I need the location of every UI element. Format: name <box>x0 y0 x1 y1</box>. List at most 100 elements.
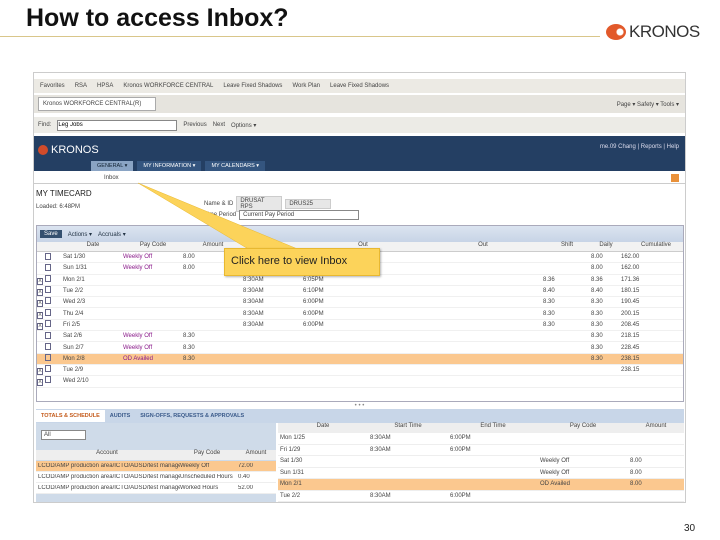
user-links[interactable]: me.09 Chang | Reports | Help <box>600 144 679 150</box>
table-cell: Sun 1/31 <box>280 469 305 476</box>
table-row[interactable]: X Fri 2/5 8:30AM 6:00PM 8.30 8.30 208.45 <box>37 319 683 332</box>
column-header[interactable]: Out <box>423 242 543 251</box>
column-header[interactable]: Cumulative <box>621 242 685 251</box>
find-input[interactable] <box>57 119 178 131</box>
id-value[interactable]: DRUS25 <box>285 199 332 209</box>
timecard-icon[interactable] <box>45 308 51 316</box>
column-header[interactable]: Daily <box>591 242 621 251</box>
column-header[interactable]: Pay Code <box>178 450 236 460</box>
table-cell[interactable]: X <box>37 308 63 319</box>
table-cell[interactable]: X <box>37 365 63 376</box>
delete-icon[interactable]: X <box>37 289 43 297</box>
table-row[interactable]: X Wed 2/3 8:30AM 6:00PM 8.30 8.30 190.45 <box>37 297 683 309</box>
tab-my-calendars[interactable]: MY CALENDARS ▾ <box>205 161 266 171</box>
accruals-menu[interactable]: Accruals ▾ <box>98 231 126 238</box>
table-cell[interactable]: X <box>37 319 63 330</box>
schedule-row[interactable]: Tue 2/2 8:30AM 6:00PM <box>278 491 684 502</box>
totals-row[interactable]: LCOD/AMP production area/ICTO/ADSD/test … <box>36 461 276 472</box>
actions-menu[interactable]: Actions ▾ <box>68 231 92 238</box>
delete-icon[interactable]: X <box>37 368 43 376</box>
inbox-callout: Click here to view Inbox <box>224 248 380 276</box>
find-previous-button[interactable]: Previous <box>183 122 206 128</box>
timecard-icon[interactable] <box>45 274 51 282</box>
delete-icon[interactable]: X <box>37 322 43 330</box>
tab-general[interactable]: GENERAL ▾ <box>91 161 134 171</box>
find-next-button[interactable]: Next <box>213 122 225 128</box>
delete-icon[interactable]: X <box>37 379 43 387</box>
table-cell: 8.30 <box>183 344 195 351</box>
loaded-time: Loaded: 6:48PM <box>36 204 81 210</box>
timecard-icon[interactable] <box>45 297 51 305</box>
totals-row[interactable]: LCOD/AMP production area/ICTO/ADSD/test … <box>36 472 276 483</box>
table-cell[interactable]: X <box>37 297 63 308</box>
table-row[interactable]: X Mon 2/1 8:30AM 6:05PM 8.36 8.36 171.36 <box>37 274 683 286</box>
timecard-icon[interactable] <box>45 319 51 327</box>
column-header[interactable]: Amount <box>236 450 276 460</box>
time-period-field: Time Period Current Pay Period <box>204 210 360 220</box>
table-cell[interactable]: X <box>37 286 63 297</box>
column-header[interactable]: Date <box>63 242 123 251</box>
delete-icon[interactable]: X <box>37 300 43 308</box>
timecard-icon[interactable] <box>45 252 51 260</box>
tab-signoffs[interactable]: SIGN-OFFS, REQUESTS & APPROVALS <box>135 410 249 422</box>
column-header[interactable]: End Time <box>448 423 538 433</box>
delete-icon[interactable]: X <box>37 311 43 319</box>
favorite-link[interactable]: HPSA <box>97 83 113 89</box>
table-cell: 8.36 <box>591 276 603 283</box>
timecard-icon[interactable] <box>45 354 51 362</box>
column-header[interactable]: Amount <box>628 423 684 433</box>
table-row[interactable]: X Thu 2/4 8:30AM 6:00PM 8.30 8.30 200.15 <box>37 308 683 320</box>
schedule-row[interactable]: Fri 1/29 8:30AM 6:00PM <box>278 445 684 456</box>
column-header[interactable]: Start Time <box>368 423 448 433</box>
schedule-row[interactable]: Sun 1/31 Weekly Off 8.00 <box>278 468 684 479</box>
favorite-link[interactable]: Favorites <box>40 83 65 89</box>
favorite-link[interactable]: RSA <box>75 83 87 89</box>
time-period-select[interactable]: Current Pay Period <box>239 210 360 220</box>
column-header[interactable]: Account <box>36 450 178 460</box>
column-header[interactable]: Pay Code <box>123 242 183 251</box>
column-header[interactable] <box>37 242 63 251</box>
table-cell: 8.30 <box>591 310 603 317</box>
browser-tab[interactable]: Kronos WORKFORCE CENTRAL(R) <box>38 97 156 111</box>
table-row[interactable]: Sat 2/6 Weekly Off 8.30 8.30 218.15 <box>37 331 683 343</box>
favorite-link[interactable]: Work Plan <box>292 83 320 89</box>
table-row[interactable]: X Wed 2/10 <box>37 376 683 388</box>
favorite-link[interactable]: Kronos WORKFORCE CENTRAL <box>123 83 213 89</box>
timecard-icon[interactable] <box>45 365 51 373</box>
timecard-icon[interactable] <box>45 263 51 271</box>
delete-icon[interactable]: X <box>37 277 43 285</box>
table-cell[interactable]: X <box>37 376 63 387</box>
totals-row[interactable]: LCOD/AMP production area/ICTO/ADSD/test … <box>36 483 276 494</box>
column-header[interactable]: Pay Code <box>538 423 628 433</box>
tab-my-information[interactable]: MY INFORMATION ▾ <box>137 161 202 171</box>
save-button[interactable]: Save <box>40 230 62 238</box>
table-cell: 0.40 <box>238 474 250 480</box>
find-options-button[interactable]: Options ▾ <box>231 122 256 129</box>
timecard-icon[interactable] <box>45 376 51 384</box>
filter-select[interactable]: All <box>41 430 86 440</box>
table-cell: 228.45 <box>621 344 640 351</box>
schedule-row[interactable]: Sat 1/30 Weekly Off 8.00 <box>278 456 684 468</box>
favorite-link[interactable]: Leave Fixed Shadows <box>330 83 389 89</box>
timecard-icon[interactable] <box>45 343 51 351</box>
column-header[interactable]: Date <box>278 423 368 433</box>
table-row[interactable]: X Tue 2/2 8:30AM 6:10PM 8.40 8.40 180.15 <box>37 286 683 298</box>
table-cell: 8.30 <box>183 355 195 362</box>
column-header[interactable]: Shift <box>543 242 591 251</box>
tab-audits[interactable]: AUDITS <box>105 410 135 422</box>
browser-tools[interactable]: Page ▾ Safety ▾ Tools ▾ <box>617 101 685 108</box>
inbox-link[interactable]: Inbox <box>104 175 119 181</box>
tab-totals-schedule[interactable]: TOTALS & SCHEDULE <box>36 410 105 422</box>
table-row[interactable]: X Tue 2/9 238.15 <box>37 365 683 377</box>
table-cell: 6:00PM <box>450 446 471 453</box>
kronos-header: KRONOS me.09 Chang | Reports | Help GENE… <box>34 136 685 171</box>
timecard-icon[interactable] <box>45 286 51 294</box>
schedule-row[interactable]: Mon 1/25 8:30AM 6:00PM <box>278 433 684 445</box>
table-row[interactable]: Mon 2/8 OD Availed 8.30 8.30 238.15 <box>37 353 683 365</box>
timecard-icon[interactable] <box>45 331 51 339</box>
table-row[interactable]: Sun 2/7 Weekly Off 8.30 8.30 228.45 <box>37 342 683 354</box>
table-cell[interactable]: X <box>37 274 63 285</box>
favorite-link[interactable]: Leave Fixed Shadows <box>223 83 282 89</box>
schedule-row[interactable]: Mon 2/1 OD Availed 8.00 <box>278 479 684 491</box>
collapse-icon[interactable] <box>671 174 679 182</box>
